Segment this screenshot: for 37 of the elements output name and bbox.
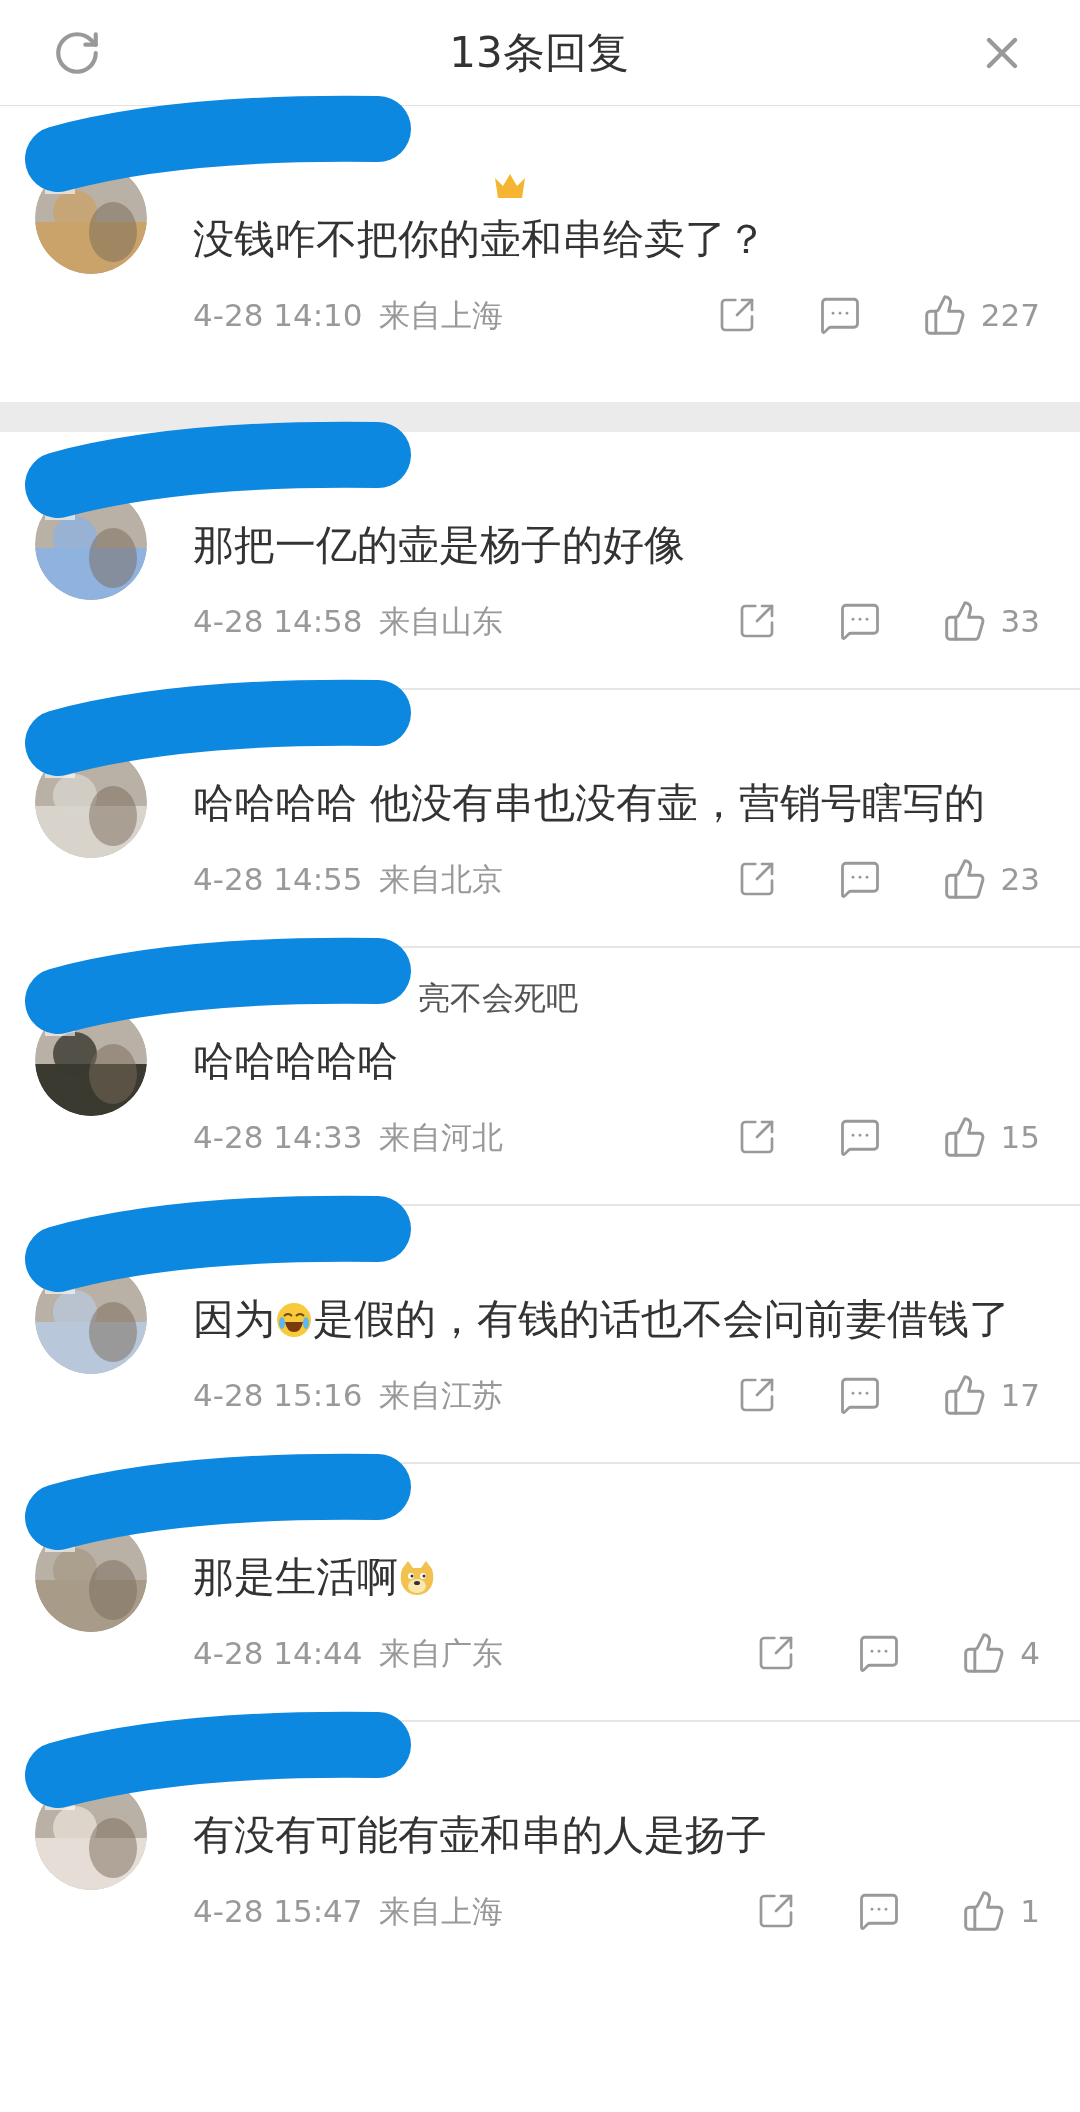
like-button[interactable]: 33 — [942, 597, 1040, 645]
thumbs-up-icon — [942, 599, 987, 643]
comment-time: 4-28 14:10 — [193, 295, 363, 335]
thumbs-up-icon — [942, 857, 987, 901]
comment-text: 那把一亿的壶是杨子的好像 — [193, 520, 686, 571]
thumbs-up-icon — [942, 1115, 987, 1159]
thumbs-up-icon — [942, 1373, 987, 1417]
comment-text: 因为 是假的，有钱的话也不会问前妻借钱了 — [193, 1294, 1011, 1345]
comment-text: 哈哈哈哈 他没有串也没有壶，营销号瞎写的 — [193, 778, 987, 829]
comment-location: 来自广东 — [378, 1633, 503, 1673]
comment-text: 没钱咋不把你的壶和串给卖了？ — [193, 214, 768, 265]
user-name[interactable]: 亮不会死吧 — [418, 974, 578, 1022]
comment-location: 来自上海 — [378, 1891, 503, 1931]
like-button[interactable]: 15 — [942, 1113, 1040, 1161]
comment-time: 4-28 14:33 — [193, 1117, 363, 1157]
comment-time: 4-28 14:55 — [193, 859, 363, 899]
thumbs-up-icon — [922, 293, 967, 337]
comment-location: 来自河北 — [378, 1117, 503, 1157]
like-button[interactable]: 1 — [962, 1887, 1040, 1935]
comment-text: 那是生活啊 — [193, 1544, 1040, 1610]
like-button[interactable]: 17 — [942, 1371, 1040, 1419]
comment-time: 4-28 15:16 — [193, 1375, 363, 1415]
dog-emoji-icon — [398, 1559, 436, 1597]
page-title: 13条回复 — [449, 27, 629, 79]
like-button[interactable]: 23 — [942, 855, 1040, 903]
comment-text: 哈哈哈哈哈 — [193, 1036, 399, 1087]
laughing-emoji-icon — [275, 1301, 313, 1339]
comment-location: 来自上海 — [378, 295, 503, 335]
comment-location: 来自北京 — [378, 859, 503, 899]
comment-time: 4-28 15:47 — [193, 1891, 363, 1931]
comment-location: 来自山东 — [378, 601, 503, 641]
comment-location: 来自江苏 — [378, 1375, 503, 1415]
comment-text: 有没有可能有壶和串的人是扬子 — [193, 1810, 768, 1861]
like-button[interactable]: 227 — [922, 291, 1040, 339]
comment-time: 4-28 14:44 — [193, 1633, 363, 1673]
comment-time: 4-28 14:58 — [193, 601, 363, 641]
like-button[interactable]: 4 — [962, 1629, 1040, 1677]
